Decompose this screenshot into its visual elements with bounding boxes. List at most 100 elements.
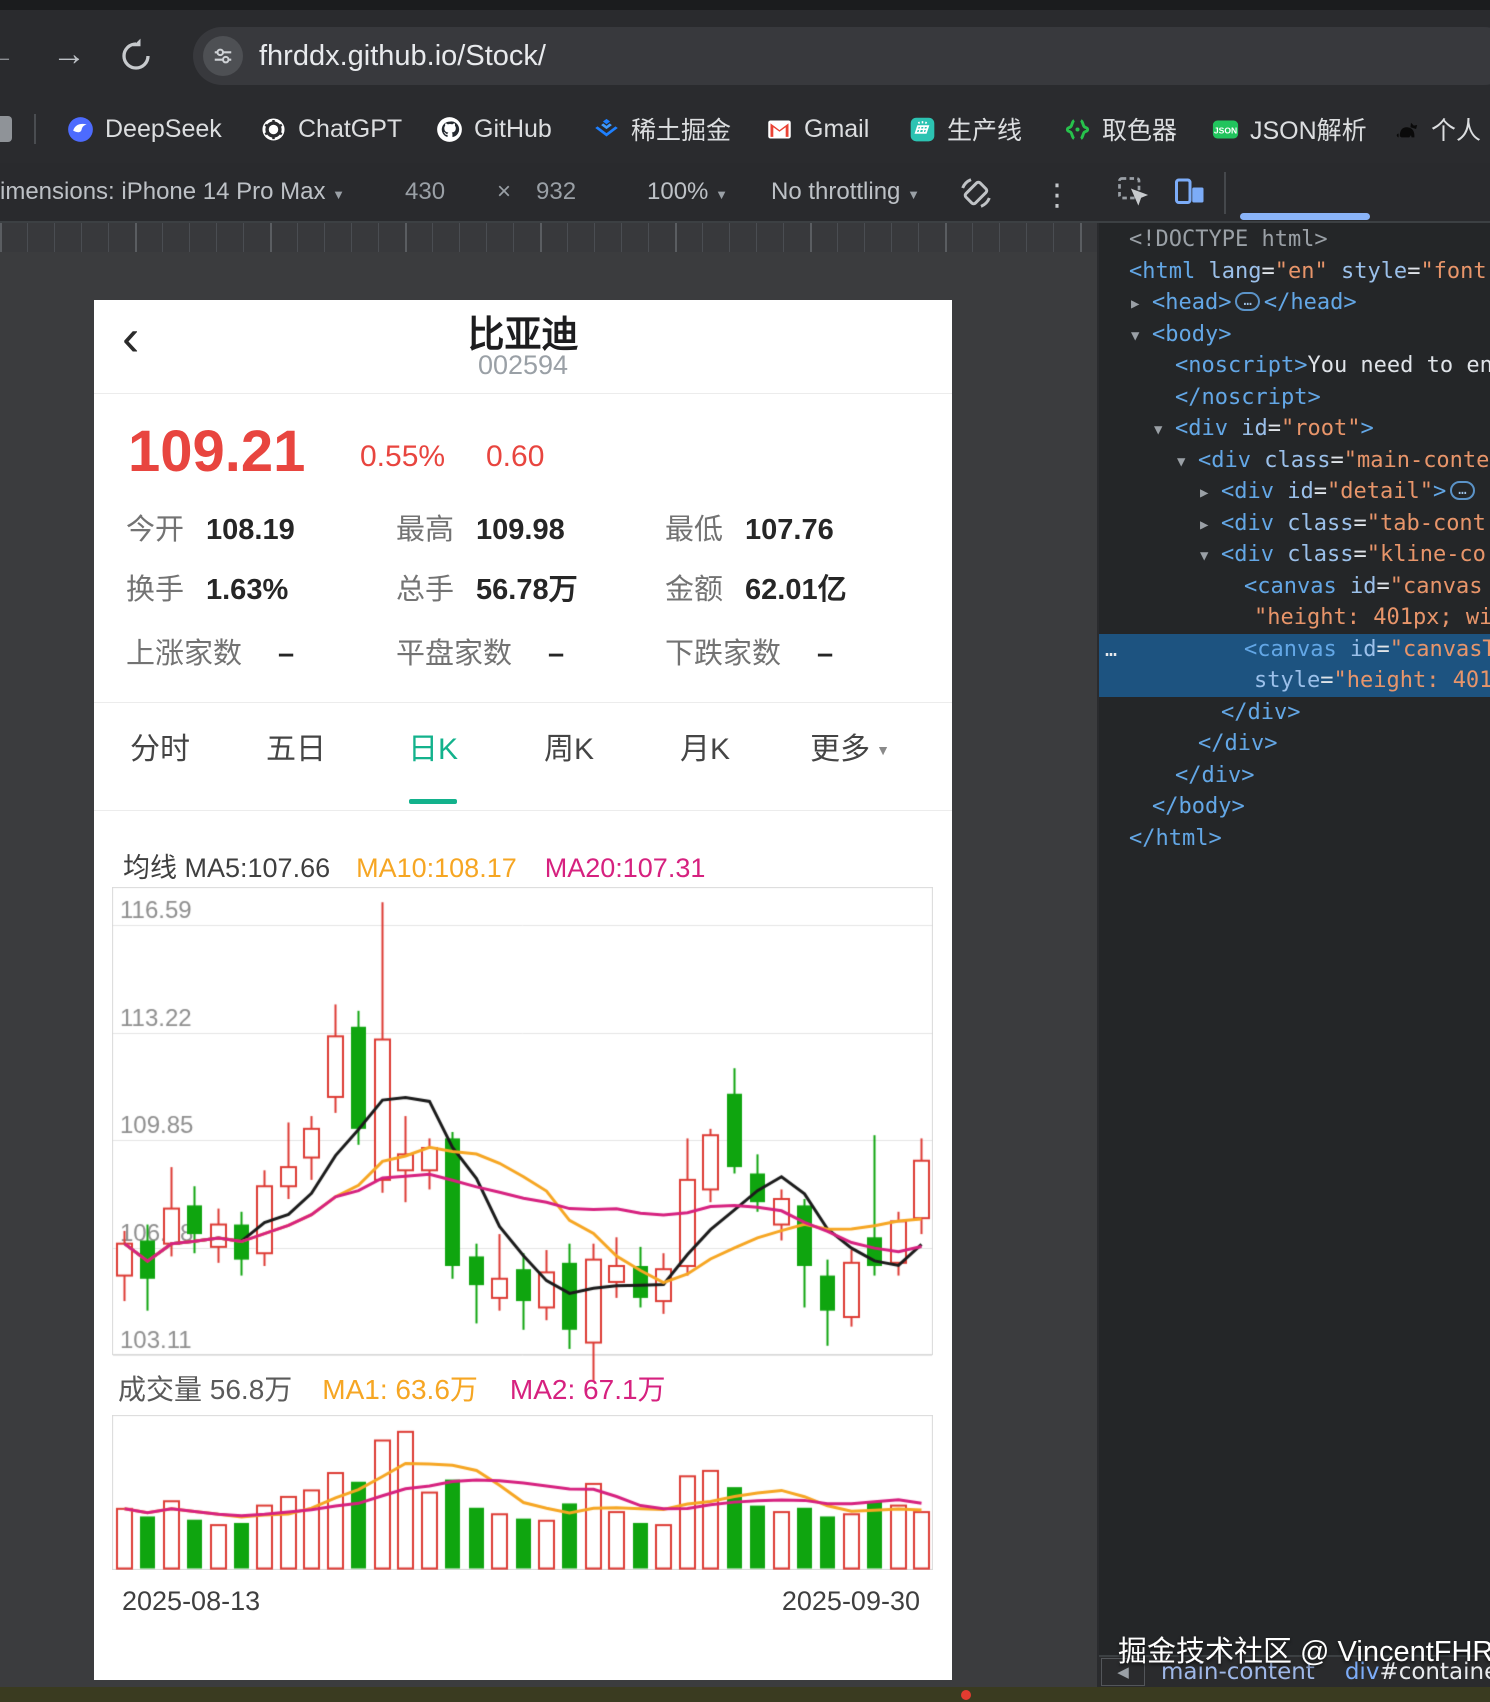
volume-value-legend: 成交量 56.8万: [118, 1374, 293, 1405]
devtools-tree-line-20[interactable]: </html>: [1099, 823, 1490, 855]
devtools-tree-line-10[interactable]: ▶ <div class="tab-cont: [1099, 508, 1490, 540]
viewport-width-input[interactable]: 430: [405, 178, 445, 206]
code-token: class: [1287, 510, 1354, 536]
devtools-tree-line-12[interactable]: <canvas id="canvas: [1099, 571, 1490, 603]
devtools-tree-line-18[interactable]: </div>: [1099, 760, 1490, 792]
devtools-tree-line-7[interactable]: ▼ <div id="root">: [1099, 413, 1490, 445]
chatgpt-icon: [260, 116, 287, 143]
volume-chart-canvas[interactable]: [112, 1415, 933, 1570]
stat-cell: 今开 108.19: [126, 514, 295, 546]
production-icon: [909, 116, 936, 143]
code-token: <div: [1221, 510, 1274, 536]
partial-favicon[interactable]: [0, 116, 12, 142]
bookmark-9[interactable]: 个人: [1393, 112, 1481, 146]
inline-expand-badge[interactable]: …: [1235, 292, 1260, 311]
period-tab-月K[interactable]: 月K: [680, 724, 730, 768]
site-settings-icon[interactable]: [203, 36, 243, 76]
tree-collapsed-icon[interactable]: ▶: [1131, 289, 1152, 321]
inspect-glyph: [1118, 177, 1149, 206]
bookmarks-bar: DeepSeek ChatGPT GitHub 稀土掘金 Gmail 生产线 取色器 JSON…: [0, 98, 1490, 161]
devtools-panel: <!DOCTYPE html> <html lang="en" style="fo…: [1099, 223, 1490, 1702]
inspect-element-icon[interactable]: [1115, 174, 1151, 217]
devtools-tree-line-4[interactable]: ▼ <body>: [1099, 319, 1490, 351]
period-tab-周K[interactable]: 周K: [544, 724, 594, 768]
juejin-icon: [593, 116, 620, 143]
period-tab-日K[interactable]: 日K: [408, 724, 458, 768]
bookmark-5[interactable]: Gmail: [766, 112, 869, 146]
bookmark-label: 个人: [1431, 117, 1482, 145]
code-token: style: [1254, 668, 1321, 693]
devtools-tree-line-14[interactable]: … <canvas id="canvasT: [1099, 633, 1490, 666]
period-tab-五日[interactable]: 五日: [266, 724, 326, 768]
bookmark-1[interactable]: DeepSeek: [67, 112, 222, 146]
bookmark-label: 取色器: [1102, 117, 1178, 145]
code-token: "en": [1274, 258, 1328, 284]
toggle-device-toolbar-icon[interactable]: [1172, 174, 1208, 217]
tree-expanded-icon[interactable]: ▼: [1154, 415, 1175, 447]
bookmark-2[interactable]: ChatGPT: [260, 112, 402, 146]
stat-cell: 最低 107.76: [665, 514, 834, 546]
forward-icon[interactable]: →: [52, 34, 86, 74]
device-dimensions-select[interactable]: imensions: iPhone 14 Pro Max ▼: [0, 178, 345, 206]
bookmark-4[interactable]: 稀土掘金: [593, 112, 731, 146]
tree-expanded-icon[interactable]: ▼: [1177, 447, 1198, 479]
tree-collapsed-icon[interactable]: ▶: [1200, 510, 1221, 542]
devtools-tree-line-9[interactable]: ▶ <div id="detail">…: [1099, 476, 1490, 508]
url-text[interactable]: fhrddx.github.io/Stock/: [259, 40, 546, 73]
code-token: =: [1261, 258, 1275, 284]
throttling-select[interactable]: No throttling ▼: [771, 178, 920, 206]
code-token: </body>: [1152, 794, 1245, 819]
gmail-icon: [766, 116, 793, 143]
url-bar[interactable]: fhrddx.github.io/Stock/: [193, 27, 1490, 85]
dimension-x-separator: ×: [497, 178, 512, 205]
window-titlebar: [0, 0, 1490, 10]
bookmark-8[interactable]: JSON JSON解析: [1212, 112, 1367, 146]
json-icon: JSON: [1212, 116, 1239, 143]
kline-chart-canvas[interactable]: [112, 887, 933, 1407]
devtools-tree-line-3[interactable]: ▶ <head>… </head>: [1099, 287, 1490, 319]
code-token: >: [1432, 479, 1447, 504]
devtools-tree-line-16[interactable]: </div>: [1099, 697, 1490, 729]
bookmark-7[interactable]: 取色器: [1064, 112, 1177, 146]
period-tab-更多[interactable]: 更多 ▼: [810, 724, 890, 768]
devtools-tree-line-17[interactable]: </div>: [1099, 728, 1490, 760]
devtools-tree-line-13[interactable]: "height: 401px; wid: [1099, 602, 1490, 634]
devtools-tree-line-11[interactable]: ▼ <div class="kline-co: [1099, 539, 1490, 571]
devtools-tree-line-19[interactable]: </body>: [1099, 791, 1490, 823]
selected-row-menu-icon[interactable]: …: [1105, 634, 1118, 666]
devtools-tree-line-8[interactable]: ▼ <div class="main-conte: [1099, 445, 1490, 477]
code-token: style: [1340, 258, 1408, 284]
devtools-tree-line-6[interactable]: </noscript>: [1099, 382, 1490, 414]
chevron-down-icon: ▼: [907, 187, 920, 202]
zoom-select[interactable]: 100% ▼: [647, 178, 728, 206]
devtools-tree-line-5[interactable]: <noscript>You need to en: [1099, 350, 1490, 382]
devtools-tree-line-2[interactable]: <html lang="en" style="font-: [1099, 256, 1490, 288]
devtools-tree-line-1[interactable]: <!DOCTYPE html>: [1099, 224, 1490, 256]
period-tab-分时[interactable]: 分时: [130, 724, 190, 768]
tree-collapsed-icon[interactable]: ▶: [1200, 478, 1221, 510]
chart-end-date: 2025-09-30: [781, 1586, 920, 1616]
reload-icon[interactable]: [118, 38, 154, 83]
viewport-height-input[interactable]: 932: [536, 178, 576, 206]
tree-expanded-icon[interactable]: ▼: [1131, 321, 1152, 353]
bookmarks-separator: [34, 114, 36, 144]
devtools-tree-line-15[interactable]: style="height: 401p: [1099, 665, 1490, 697]
bookmark-3[interactable]: GitHub: [436, 112, 552, 146]
back-icon[interactable]: ←: [0, 34, 16, 74]
deepseek-icon: [67, 116, 94, 143]
stat-label: 平盘家数: [396, 638, 513, 670]
ma-legend: 均线 MA5:107.66 MA10:108.17 MA20:107.31: [123, 846, 705, 885]
more-options-icon[interactable]: ⋮: [1042, 178, 1072, 213]
rotate-device-icon[interactable]: [956, 173, 996, 220]
stat-label: 下跌家数: [665, 638, 782, 670]
code-token: "height: 401p: [1333, 668, 1490, 693]
volume-ma1-legend: MA1: 63.6万: [322, 1374, 478, 1405]
inline-expand-badge[interactable]: …: [1450, 481, 1475, 500]
tree-expanded-icon[interactable]: ▼: [1200, 541, 1221, 573]
code-token: "font-: [1420, 258, 1490, 284]
code-token: "main-conte: [1343, 447, 1490, 473]
code-token: =: [1267, 416, 1281, 441]
bookmark-6[interactable]: 生产线: [909, 112, 1022, 146]
